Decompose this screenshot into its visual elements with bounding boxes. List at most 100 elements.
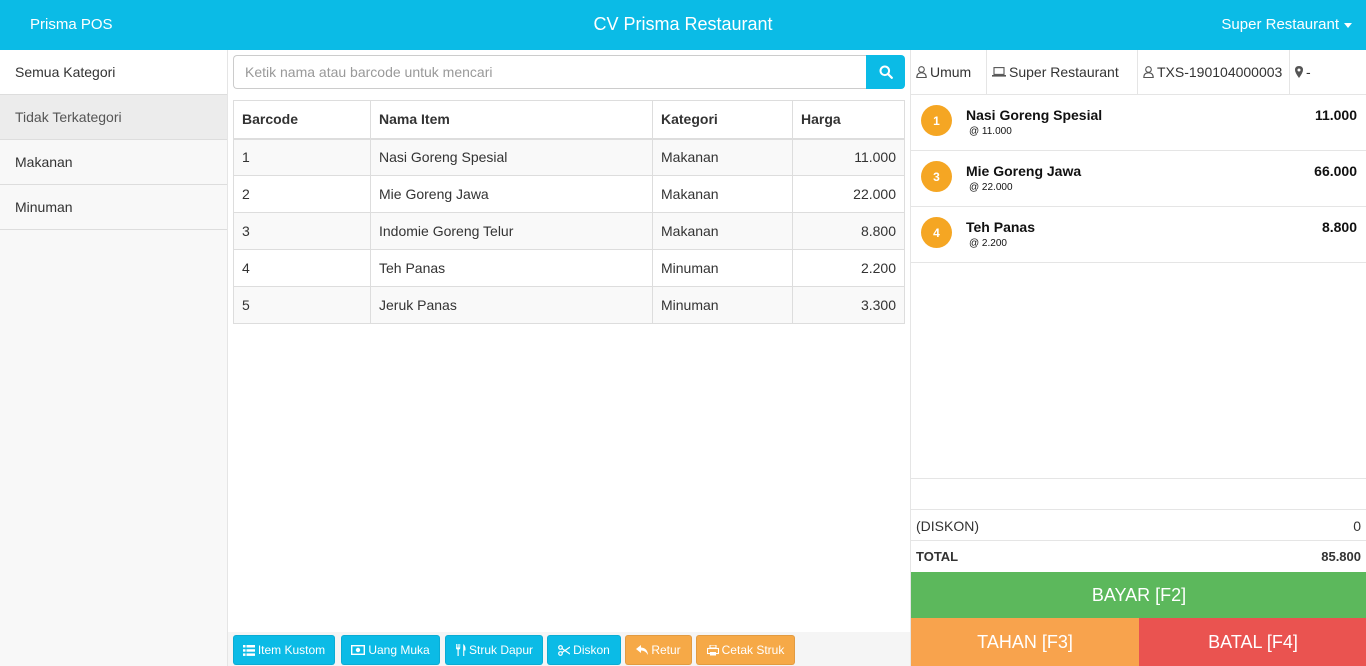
struk-dapur-button[interactable]: Struk Dapur xyxy=(445,635,543,665)
customer-selector[interactable]: Umum xyxy=(911,50,987,94)
table-row[interactable]: 4 Teh Panas Minuman 2.200 xyxy=(233,249,905,287)
action-toolbar: Item Kustom Uang Muka Struk Dapur Diskon… xyxy=(228,632,910,666)
cell-price: 22.000 xyxy=(792,175,905,213)
uang-muka-label: Uang Muka xyxy=(368,643,430,657)
reply-icon xyxy=(636,645,649,655)
cart-item-unit-price: @ 2.200 xyxy=(969,238,1007,249)
cell-price: 3.300 xyxy=(792,286,905,324)
cell-barcode: 4 xyxy=(233,249,371,287)
cart-item[interactable]: 1 Nasi Goreng Spesial @ 11.000 11.000 xyxy=(911,95,1366,151)
product-panel: Barcode Nama Item Kategori Harga 1 Nasi … xyxy=(228,50,910,666)
terminal-selector[interactable]: Super Restaurant xyxy=(987,50,1138,94)
item-kustom-button[interactable]: Item Kustom xyxy=(233,635,335,665)
cart-item[interactable]: 3 Mie Goreng Jawa @ 22.000 66.000 xyxy=(911,151,1366,207)
cell-name: Teh Panas xyxy=(370,249,653,287)
scissors-icon xyxy=(558,644,571,656)
total-row: TOTAL 85.800 xyxy=(911,540,1366,571)
table-row[interactable]: 1 Nasi Goreng Spesial Makanan 11.000 xyxy=(233,138,905,176)
cell-name: Jeruk Panas xyxy=(370,286,653,324)
discount-value: 0 xyxy=(1353,518,1361,534)
cell-name: Nasi Goreng Spesial xyxy=(370,138,653,176)
cell-barcode: 1 xyxy=(233,138,371,176)
cell-price: 8.800 xyxy=(792,212,905,250)
cart-item-unit-price: @ 11.000 xyxy=(969,126,1012,137)
table-number: - xyxy=(1306,64,1311,80)
search-button[interactable] xyxy=(866,55,905,89)
category-item-semua[interactable]: Semua Kategori xyxy=(0,50,227,95)
quantity-badge[interactable]: 1 xyxy=(921,105,952,136)
category-item-makanan[interactable]: Makanan xyxy=(0,140,227,185)
cell-barcode: 5 xyxy=(233,286,371,324)
quantity-badge[interactable]: 3 xyxy=(921,161,952,192)
quantity-badge[interactable]: 4 xyxy=(921,217,952,248)
transaction-info-bar: Umum Super Restaurant TXS-190104000003 - xyxy=(911,50,1366,95)
list-icon xyxy=(242,644,255,656)
table-row[interactable]: 2 Mie Goreng Jawa Makanan 22.000 xyxy=(233,175,905,213)
cart-item-name: Nasi Goreng Spesial xyxy=(966,107,1103,123)
user-menu-dropdown[interactable]: Super Restaurant xyxy=(1221,16,1352,33)
search-icon xyxy=(879,65,893,79)
category-sidebar: Semua Kategori Tidak Terkategori Makanan… xyxy=(0,50,228,666)
column-header-price[interactable]: Harga xyxy=(792,100,905,140)
cart-item-name: Mie Goreng Jawa xyxy=(966,163,1082,179)
struk-dapur-label: Struk Dapur xyxy=(468,643,534,657)
cell-price: 2.200 xyxy=(792,249,905,287)
transaction-code-text: TXS-190104000003 xyxy=(1157,64,1283,80)
cart-item-total: 11.000 xyxy=(1314,107,1357,123)
cell-category: Minuman xyxy=(652,249,793,287)
table-selector[interactable]: - xyxy=(1290,50,1366,94)
discount-row[interactable]: (DISKON) 0 xyxy=(911,509,1366,540)
page-title: CV Prisma Restaurant xyxy=(593,14,773,34)
table-header-row: Barcode Nama Item Kategori Harga xyxy=(233,100,905,140)
cart-panel: Umum Super Restaurant TXS-190104000003 - xyxy=(910,50,1366,666)
cell-price: 11.000 xyxy=(792,138,905,176)
column-header-category[interactable]: Kategori xyxy=(652,100,793,140)
item-kustom-label: Item Kustom xyxy=(257,643,326,657)
cell-category: Makanan xyxy=(652,175,793,213)
total-label: TOTAL xyxy=(916,549,959,564)
discount-label: (DISKON) xyxy=(916,518,979,534)
category-item-minuman[interactable]: Minuman xyxy=(0,185,227,230)
caret-down-icon xyxy=(1344,23,1352,28)
cutlery-icon xyxy=(455,644,466,656)
user-icon xyxy=(916,66,927,78)
cell-name: Mie Goreng Jawa xyxy=(370,175,653,213)
bayar-button[interactable]: BAYAR [F2] xyxy=(911,572,1366,618)
search-input[interactable] xyxy=(233,55,867,89)
column-header-barcode[interactable]: Barcode xyxy=(233,100,371,140)
cetak-struk-button[interactable]: Cetak Struk xyxy=(696,635,795,665)
terminal-name: Super Restaurant xyxy=(1009,64,1119,80)
cell-barcode: 2 xyxy=(233,175,371,213)
cetak-struk-label: Cetak Struk xyxy=(721,643,785,657)
divider xyxy=(911,478,1366,479)
map-marker-icon xyxy=(1295,66,1303,78)
diskon-label: Diskon xyxy=(573,643,610,657)
cell-barcode: 3 xyxy=(233,212,371,250)
brand-link[interactable]: Prisma POS xyxy=(30,16,113,33)
print-icon xyxy=(706,644,719,655)
cart-item-total: 8.800 xyxy=(1321,219,1357,235)
user-menu-label: Super Restaurant xyxy=(1221,16,1339,33)
transaction-code[interactable]: TXS-190104000003 xyxy=(1138,50,1290,94)
laptop-icon xyxy=(992,67,1006,77)
cart-item-total: 66.000 xyxy=(1314,163,1357,179)
diskon-button[interactable]: Diskon xyxy=(547,635,621,665)
cart-item-unit-price: @ 22.000 xyxy=(969,182,1013,193)
user-icon xyxy=(1143,66,1154,78)
retur-button[interactable]: Retur xyxy=(625,635,692,665)
tahan-button[interactable]: TAHAN [F3] xyxy=(911,618,1139,666)
total-value: 85.800 xyxy=(1321,549,1361,564)
column-header-name[interactable]: Nama Item xyxy=(370,100,653,140)
cell-category: Makanan xyxy=(652,212,793,250)
cart-item-name: Teh Panas xyxy=(966,219,1035,235)
batal-button[interactable]: BATAL [F4] xyxy=(1139,618,1366,666)
cell-category: Minuman xyxy=(652,286,793,324)
category-item-tidak-terkategori[interactable]: Tidak Terkategori xyxy=(0,95,227,140)
top-navbar: Prisma POS CV Prisma Restaurant Super Re… xyxy=(0,0,1366,50)
uang-muka-button[interactable]: Uang Muka xyxy=(341,635,440,665)
search-bar xyxy=(233,55,905,89)
cart-item[interactable]: 4 Teh Panas @ 2.200 8.800 xyxy=(911,207,1366,263)
table-row[interactable]: 5 Jeruk Panas Minuman 3.300 xyxy=(233,286,905,324)
customer-name: Umum xyxy=(930,64,972,80)
table-row[interactable]: 3 Indomie Goreng Telur Makanan 8.800 xyxy=(233,212,905,250)
